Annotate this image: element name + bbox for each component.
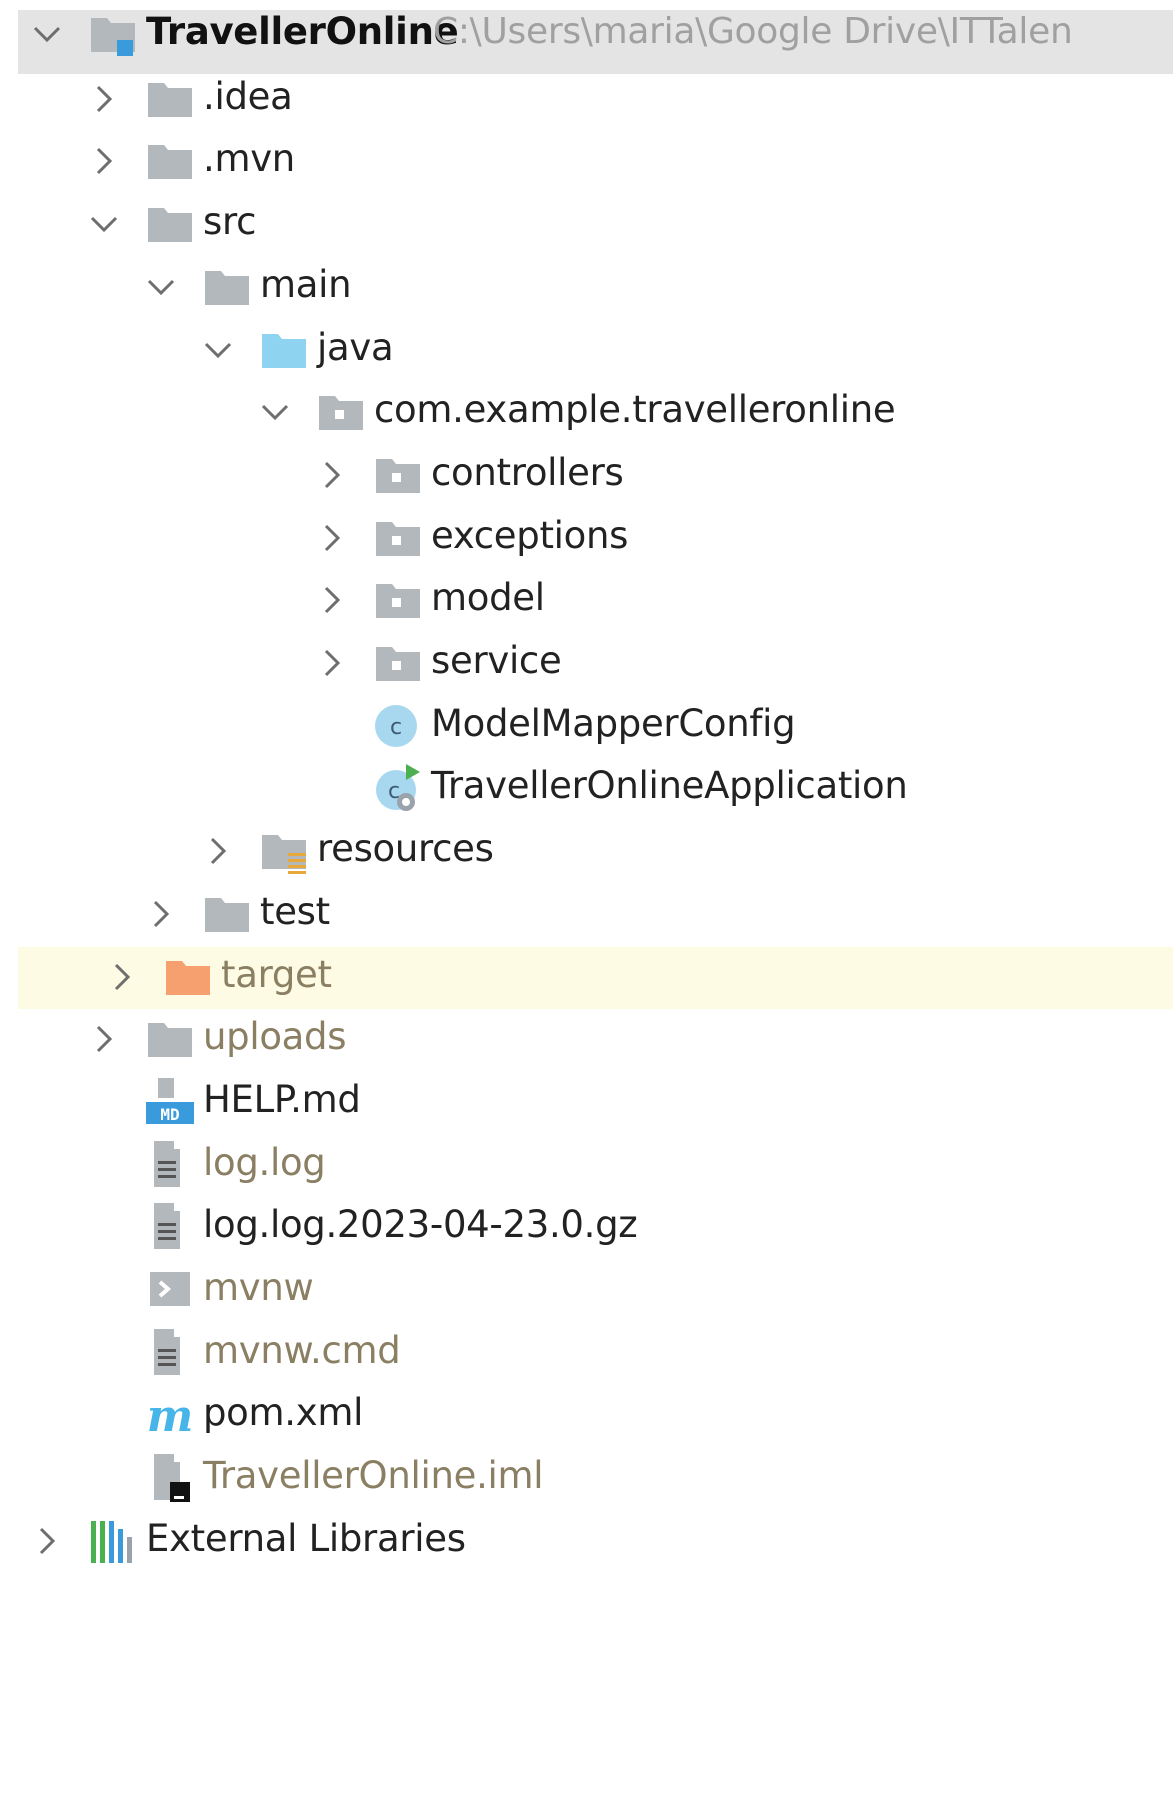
text-file-icon xyxy=(144,1139,196,1191)
tree-row-label: .idea xyxy=(203,74,293,118)
tree-row-label: main xyxy=(260,262,352,306)
markdown-file-icon: MD xyxy=(144,1076,196,1128)
tree-row-label: exceptions xyxy=(431,513,629,557)
tree-row-label: service xyxy=(431,639,562,682)
tree-row[interactable]: mvnw.cmd xyxy=(0,1323,1173,1386)
folder-icon xyxy=(144,135,196,187)
folder-icon xyxy=(201,888,253,940)
module-folder-icon xyxy=(87,8,139,60)
tree-row-label: controllers xyxy=(431,450,624,494)
svg-text:c: c xyxy=(390,715,402,740)
chevron-right-icon[interactable] xyxy=(312,455,352,495)
tree-row[interactable]: mvnw xyxy=(0,1260,1173,1323)
tree-row[interactable]: MD HELP.md xyxy=(0,1072,1173,1135)
chevron-down-icon[interactable] xyxy=(141,267,181,307)
tree-row[interactable]: target xyxy=(18,946,1173,1010)
chevron-right-icon[interactable] xyxy=(27,1521,67,1561)
tree-row[interactable]: src xyxy=(0,194,1173,257)
tree-row-label: .mvn xyxy=(203,137,295,181)
tree-row-label: uploads xyxy=(203,1015,347,1059)
chevron-right-icon[interactable] xyxy=(312,518,352,558)
shell-script-icon xyxy=(144,1264,196,1316)
tree-row[interactable]: c TravellerOnlineApplication xyxy=(0,758,1173,821)
tree-root-row[interactable]: TravellerOnline C:\Users\maria\Google Dri… xyxy=(18,10,1173,74)
tree-row[interactable]: uploads xyxy=(0,1009,1173,1072)
package-icon xyxy=(372,574,424,626)
chevron-right-icon[interactable] xyxy=(84,79,124,119)
maven-icon: m xyxy=(144,1389,196,1441)
tree-row-label: log.log.2023-04-23.0.gz xyxy=(203,1203,638,1247)
chevron-down-icon[interactable] xyxy=(27,14,67,54)
tree-row-label: resources xyxy=(317,827,494,871)
package-icon xyxy=(372,449,424,501)
tree-row-label: pom.xml xyxy=(203,1391,364,1435)
chevron-right-icon[interactable] xyxy=(312,643,352,683)
project-tree: TravellerOnline C:\Users\maria\Google Dri… xyxy=(0,0,1173,1793)
tree-row[interactable]: main xyxy=(0,257,1173,320)
tree-row-label: com.example.travelleronline xyxy=(374,388,896,432)
tree-row-label: log.log xyxy=(203,1140,326,1184)
chevron-down-icon[interactable] xyxy=(198,330,238,370)
package-icon xyxy=(315,386,367,438)
tree-row[interactable]: External Libraries xyxy=(0,1511,1173,1574)
chevron-right-icon[interactable] xyxy=(141,894,181,934)
chevron-right-icon[interactable] xyxy=(102,957,142,997)
tree-row-label: HELP.md xyxy=(203,1077,361,1121)
tree-row-label: ModelMapperConfig xyxy=(431,701,796,745)
tree-row[interactable]: model xyxy=(0,570,1173,633)
tree-row-label: model xyxy=(431,576,545,620)
tree-row-label: test xyxy=(260,889,330,933)
tree-row-label: TravellerOnlineApplication xyxy=(431,764,908,808)
tree-row[interactable]: c ModelMapperConfig xyxy=(0,696,1173,759)
tree-row-label: External Libraries xyxy=(146,1516,466,1560)
chevron-right-icon[interactable] xyxy=(312,580,352,620)
tree-row[interactable]: log.log.2023-04-23.0.gz xyxy=(0,1197,1173,1260)
folder-icon xyxy=(144,1013,196,1065)
folder-icon xyxy=(144,73,196,125)
tree-row[interactable]: resources xyxy=(0,821,1173,884)
tree-row-label: src xyxy=(203,200,257,244)
tree-row[interactable]: service xyxy=(0,633,1173,696)
text-file-icon xyxy=(144,1201,196,1253)
chevron-right-icon[interactable] xyxy=(84,1019,124,1059)
tree-row[interactable]: java xyxy=(0,320,1173,383)
project-path: C:\Users\maria\Google Drive\ITTalen xyxy=(433,11,1073,52)
chevron-right-icon[interactable] xyxy=(198,831,238,871)
tree-row[interactable]: test xyxy=(0,884,1173,947)
tree-row-label: TravellerOnline.iml xyxy=(203,1454,544,1498)
tree-row[interactable]: com.example.travelleronline xyxy=(0,382,1173,445)
tree-row[interactable]: .idea xyxy=(0,69,1173,132)
excluded-folder-icon xyxy=(162,951,214,1003)
java-class-icon: c xyxy=(372,700,424,752)
tree-row[interactable]: log.log xyxy=(0,1135,1173,1198)
tree-row[interactable]: exceptions xyxy=(0,508,1173,571)
package-icon xyxy=(372,637,424,689)
tree-row[interactable]: TravellerOnline.iml xyxy=(0,1448,1173,1511)
tree-row-label: target xyxy=(221,952,332,996)
tree-row-label: mvnw xyxy=(203,1266,314,1309)
tree-row-label: TravellerOnline xyxy=(146,10,459,53)
source-folder-icon xyxy=(258,324,310,376)
resources-folder-icon xyxy=(258,825,310,877)
iml-file-icon xyxy=(144,1452,196,1504)
libraries-icon xyxy=(87,1515,139,1567)
chevron-down-icon[interactable] xyxy=(255,392,295,432)
tree-row-label: mvnw.cmd xyxy=(203,1328,401,1372)
chevron-down-icon[interactable] xyxy=(84,204,124,244)
folder-icon xyxy=(144,198,196,250)
text-file-icon xyxy=(144,1327,196,1379)
chevron-right-icon[interactable] xyxy=(84,141,124,181)
svg-text:m: m xyxy=(147,1391,194,1441)
tree-row[interactable]: .mvn xyxy=(0,131,1173,194)
tree-row-label: java xyxy=(317,325,394,369)
spring-boot-class-icon: c xyxy=(372,762,424,814)
package-icon xyxy=(372,512,424,564)
folder-icon xyxy=(201,261,253,313)
tree-row[interactable]: controllers xyxy=(0,445,1173,508)
svg-text:MD: MD xyxy=(160,1105,179,1124)
tree-row[interactable]: m pom.xml xyxy=(0,1385,1173,1448)
